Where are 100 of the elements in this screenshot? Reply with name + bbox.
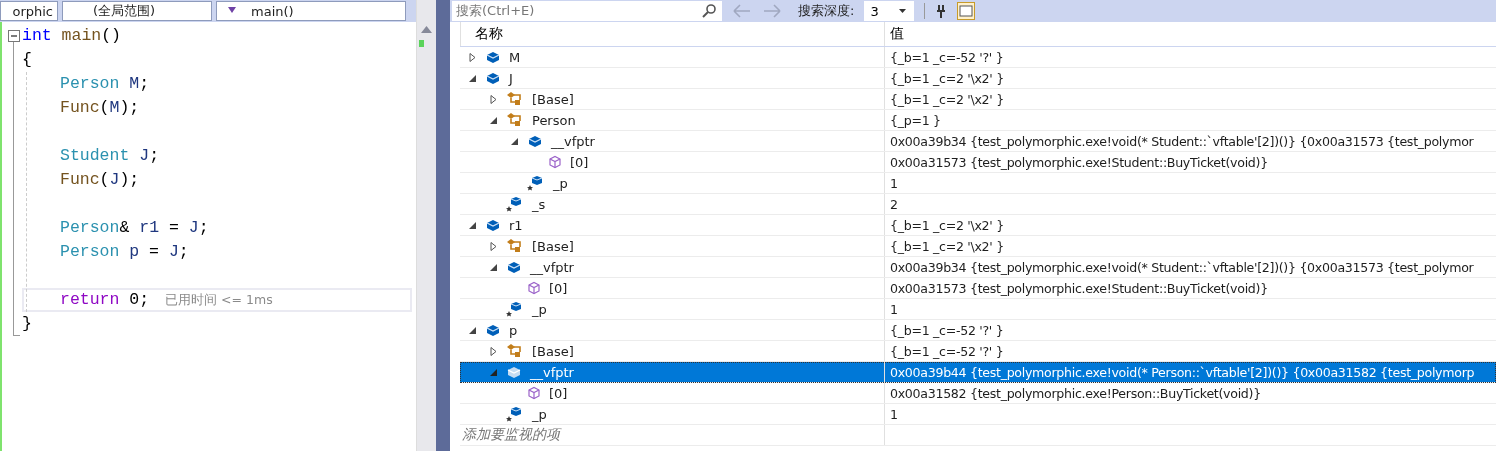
- variable-name: __vfptr: [530, 259, 574, 275]
- expand-arrow-icon[interactable]: [468, 52, 477, 62]
- variable-name: __vfptr: [551, 133, 595, 149]
- cube-icon: [548, 155, 562, 169]
- variable-value: {_b=1 _c=-52 '?' }: [890, 322, 1004, 338]
- object-icon: [485, 323, 501, 337]
- scope-dropdown[interactable]: (全局范围): [62, 1, 212, 21]
- variable-name: M: [509, 49, 521, 65]
- watch-row[interactable]: J {_b=1 _c=2 '\x2' }: [460, 68, 1496, 89]
- watch-row[interactable]: [Base] {_b=1 _c=2 '\x2' }: [460, 89, 1496, 110]
- collapse-arrow-icon[interactable]: [489, 115, 498, 125]
- object-icon: [506, 365, 522, 379]
- object-icon: [506, 260, 522, 274]
- member-dropdown[interactable]: main(): [216, 1, 406, 21]
- watch-row[interactable]: [0] 0x00a31582 {test_polymorphic.exe!Person::BuyTicket(void)}: [460, 383, 1496, 404]
- collapse-arrow-icon[interactable]: [489, 262, 498, 272]
- watch-row[interactable]: [0] 0x00a31573 {test_polymorphic.exe!Student::BuyTicket(void)}: [460, 152, 1496, 173]
- variable-name: [Base]: [532, 343, 574, 359]
- collapse-arrow-icon[interactable]: [468, 73, 477, 83]
- pin-icon[interactable]: [935, 4, 948, 18]
- elapsed-time-hint: 已用时间 <= 1ms: [165, 291, 273, 309]
- variable-value: {_p=1 }: [890, 112, 941, 128]
- watch-row[interactable]: [0] 0x00a31573 {test_polymorphic.exe!Student::BuyTicket(void)}: [460, 278, 1496, 299]
- text-view-icon[interactable]: [957, 2, 976, 20]
- cube-icon: [527, 386, 541, 400]
- object-icon: [527, 134, 543, 148]
- search-icon[interactable]: [702, 4, 716, 18]
- column-header[interactable]: 值: [890, 25, 904, 43]
- search-depth-label: 搜索深度:: [798, 2, 855, 20]
- code-line: }: [22, 313, 32, 335]
- variable-value: 0x00a31573 {test_polymorphic.exe!Student::BuyTicket(void)}: [890, 280, 1268, 296]
- watch-row[interactable]: M {_b=1 _c=-52 '?' }: [460, 47, 1496, 68]
- watch-row[interactable]: _p 1: [460, 299, 1496, 320]
- scrollbar[interactable]: [416, 0, 436, 451]
- variable-value: 1: [890, 406, 898, 422]
- cube-icon: [527, 281, 541, 295]
- variable-name: [Base]: [532, 238, 574, 254]
- code-line: int main(): [22, 25, 122, 47]
- collapse-arrow-icon[interactable]: [468, 325, 477, 335]
- code-line: Func(M);: [60, 97, 140, 119]
- watch-row[interactable]: r1 {_b=1 _c=2 '\x2' }: [460, 215, 1496, 236]
- collapse-arrow-icon[interactable]: [468, 220, 477, 230]
- code-line: Person& r1 = J;: [60, 217, 209, 239]
- watch-row[interactable]: p {_b=1 _c=-52 '?' }: [460, 320, 1496, 341]
- code-line: Student J;: [60, 145, 160, 167]
- variable-name: [0]: [570, 154, 589, 170]
- method-icon: [227, 7, 237, 15]
- code-line: Person M;: [60, 73, 150, 95]
- watch-row[interactable]: [Base] {_b=1 _c=2 '\x2' }: [460, 236, 1496, 257]
- variable-name: [0]: [549, 385, 568, 401]
- variable-value: {_b=1 _c=-52 '?' }: [890, 49, 1004, 65]
- hierarchy-icon: [506, 91, 524, 107]
- collapse-arrow-icon[interactable]: [510, 136, 519, 146]
- code-line: Func(J);: [60, 169, 140, 191]
- variable-value: {_b=1 _c=2 '\x2' }: [890, 91, 1004, 107]
- hierarchy-icon: [506, 238, 524, 254]
- expand-arrow-icon[interactable]: [489, 346, 498, 356]
- object-icon: [485, 218, 501, 232]
- watch-row[interactable]: __vfptr 0x00a39b34 {test_polymorphic.exe!void(* Student::`vftable'[2])()} {0x00a31573 {test_polymor: [460, 257, 1496, 278]
- variable-name: Person: [532, 112, 576, 128]
- variable-value: 0x00a39b34 {test_polymorphic.exe!void(* Student::`vftable'[2])()} {0x00a31573 {test_polymor: [890, 259, 1474, 275]
- field-icon: [527, 175, 545, 191]
- variable-name: __vfptr: [530, 364, 574, 380]
- variable-value: {_b=1 _c=2 '\x2' }: [890, 217, 1004, 233]
- expand-arrow-icon[interactable]: [489, 241, 498, 251]
- watch-row[interactable]: __vfptr 0x00a39b34 {test_polymorphic.exe!void(* Student::`vftable'[2])()} {0x00a31573 {test_polymor: [460, 131, 1496, 152]
- variable-value: 0x00a39b34 {test_polymorphic.exe!void(* Student::`vftable'[2])()} {0x00a31573 {test_polymor: [890, 133, 1474, 149]
- field-icon: [506, 301, 524, 317]
- variable-name: _p: [532, 301, 547, 317]
- expand-arrow-icon[interactable]: [489, 94, 498, 104]
- field-icon: [506, 196, 524, 212]
- column-header[interactable]: 名称: [475, 25, 503, 43]
- change-marker: [419, 40, 424, 47]
- depth-dropdown[interactable]: 3: [864, 1, 915, 21]
- code-line: Person p = J;: [60, 241, 189, 263]
- variable-name: _p: [553, 175, 568, 191]
- variable-name: [0]: [549, 280, 568, 296]
- code-line: {: [22, 49, 32, 71]
- object-icon: [485, 50, 501, 64]
- variable-value: 0x00a39b44 {test_polymorphic.exe!void(* Person::`vftable'[2])()} {0x00a31582 {test_polymorp: [890, 364, 1475, 380]
- variable-name: [Base]: [532, 91, 574, 107]
- watch-row[interactable]: Person {_p=1 }: [460, 110, 1496, 131]
- variable-name: _p: [532, 406, 547, 422]
- collapse-box-icon[interactable]: [8, 30, 20, 42]
- field-icon: [506, 406, 524, 422]
- watch-row[interactable]: __vfptr 0x00a39b44 {test_polymorphic.exe!void(* Person::`vftable'[2])()} {0x00a31582 {test_polymorp: [460, 362, 1496, 383]
- add-watch-field[interactable]: 添加要监视的项: [460, 426, 560, 444]
- variable-value: 2: [890, 196, 898, 212]
- variable-value: 1: [890, 175, 898, 191]
- project-dropdown[interactable]: orphic: [0, 1, 58, 21]
- variable-value: 0x00a31582 {test_polymorphic.exe!Person::BuyTicket(void)}: [890, 385, 1261, 401]
- variable-value: {_b=1 _c=2 '\x2' }: [890, 238, 1004, 254]
- caret-icon: [899, 8, 907, 14]
- variable-value: {_b=1 _c=-52 '?' }: [890, 343, 1004, 359]
- watch-row[interactable]: _p 1: [460, 173, 1496, 194]
- search-field[interactable]: 搜索(Ctrl+E): [452, 1, 722, 21]
- scroll-up-icon[interactable]: [421, 26, 432, 33]
- watch-row[interactable]: _p 1: [460, 404, 1496, 425]
- object-icon: [485, 71, 501, 85]
- watch-row[interactable]: _s 2: [460, 194, 1496, 215]
